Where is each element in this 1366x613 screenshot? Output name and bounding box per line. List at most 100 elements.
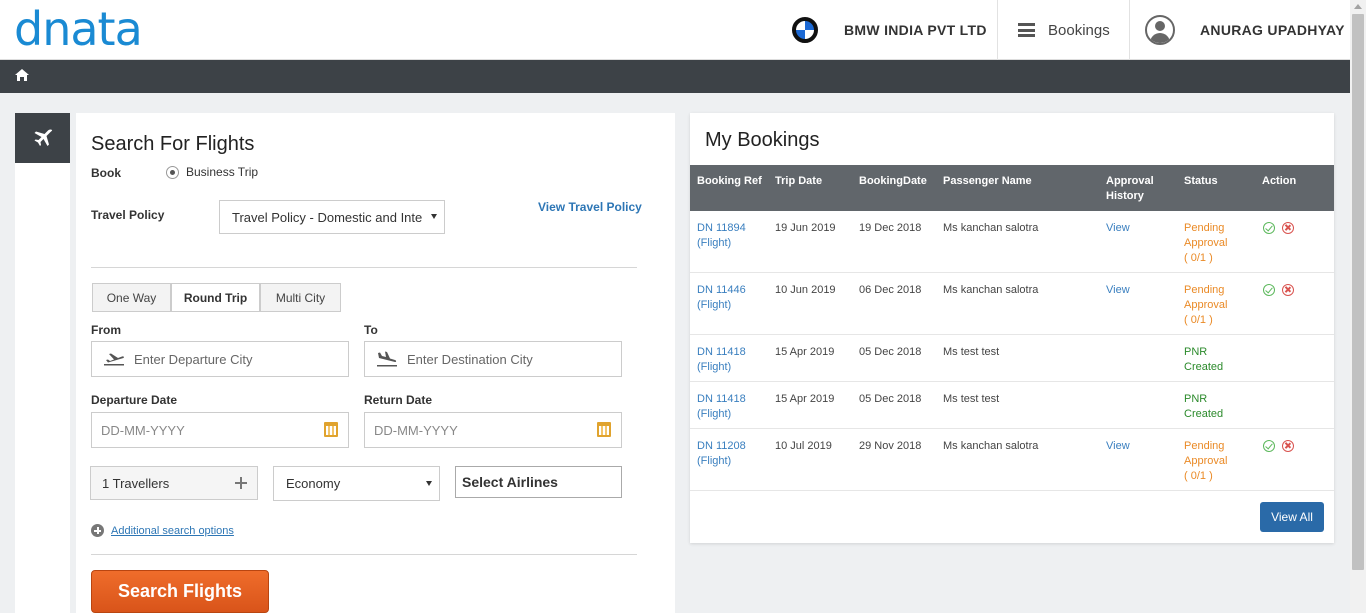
bookings-rows: DN 11894 (Flight) 19 Jun 2019 19 Dec 2018 Ms…: [690, 211, 1334, 491]
scroll-thumb[interactable]: [1352, 14, 1364, 570]
trip-date: 15 Apr 2019: [775, 346, 835, 358]
approval-history-link[interactable]: View: [1106, 283, 1146, 298]
to-label: To: [364, 323, 378, 337]
search-panel-title: Search For Flights: [91, 133, 255, 155]
reject-icon[interactable]: [1282, 222, 1294, 234]
top-header: dnata BMW INDIA PVT LTD Bookings ANURAG …: [0, 0, 1350, 60]
status-detail: ( 0/1 ): [1184, 314, 1213, 326]
bookings-panel-title: My Bookings: [705, 129, 820, 151]
calendar-icon[interactable]: [324, 422, 338, 437]
departure-date-placeholder: DD-MM-YYYY: [101, 422, 185, 438]
trip-date: 10 Jul 2019: [775, 440, 832, 452]
company-info: BMW INDIA PVT LTD: [792, 0, 987, 60]
booking-ref-link[interactable]: DN 11418: [697, 345, 767, 360]
return-date-input[interactable]: DD-MM-YYYY: [364, 412, 622, 448]
user-menu[interactable]: ANURAG UPADHYAY: [1145, 0, 1345, 60]
takeoff-icon: [104, 353, 124, 366]
bookings-table: Booking Ref Trip Date BookingDate Passen…: [690, 165, 1334, 491]
user-name: ANURAG UPADHYAY: [1200, 22, 1345, 38]
trip-date: 19 Jun 2019: [775, 222, 836, 234]
table-row: DN 11418 (Flight) 15 Apr 2019 05 Dec 2018 Ms…: [690, 335, 1334, 382]
booking-type[interactable]: (Flight): [697, 360, 767, 375]
booking-date: 29 Nov 2018: [859, 440, 922, 452]
booking-ref-link[interactable]: DN 11894: [697, 221, 767, 236]
approve-icon[interactable]: [1263, 222, 1275, 234]
hamburger-menu-icon: [1018, 23, 1035, 37]
departure-city-input[interactable]: Enter Departure City: [91, 341, 349, 377]
destination-city-input[interactable]: Enter Destination City: [364, 341, 622, 377]
booking-date: 19 Dec 2018: [859, 222, 922, 234]
travel-policy-select[interactable]: Travel Policy - Domestic and Internation…: [219, 200, 445, 234]
booking-type[interactable]: (Flight): [697, 454, 767, 469]
booking-ref-link[interactable]: DN 11418: [697, 392, 767, 407]
passenger-name: Ms kanchan salotra: [943, 440, 1039, 452]
travellers-selector[interactable]: 1 Travellers: [90, 466, 258, 500]
plus-circle-icon[interactable]: [91, 524, 104, 537]
select-airlines-value: Select Airlines: [462, 474, 558, 490]
reject-icon[interactable]: [1282, 440, 1294, 452]
additional-options[interactable]: Additional search options: [91, 524, 234, 537]
nav-bar: [0, 60, 1350, 93]
company-name: BMW INDIA PVT LTD: [844, 22, 987, 38]
passenger-name: Ms test test: [943, 393, 1000, 405]
passenger-name: Ms kanchan salotra: [943, 222, 1039, 234]
booking-date: 05 Dec 2018: [859, 393, 922, 405]
booking-ref-link[interactable]: DN 11446: [697, 283, 767, 298]
status-text: PNR Created: [1184, 393, 1224, 420]
travel-policy-label: Travel Policy: [91, 208, 165, 222]
status-text: Pending Approval: [1184, 284, 1228, 311]
status-detail: ( 0/1 ): [1184, 252, 1213, 264]
calendar-icon[interactable]: [597, 422, 611, 437]
return-date-label: Return Date: [364, 393, 433, 407]
booking-type[interactable]: (Flight): [697, 236, 767, 251]
status-text: PNR Created: [1184, 346, 1224, 373]
select-airlines-input[interactable]: Select Airlines: [455, 466, 622, 498]
return-date-placeholder: DD-MM-YYYY: [374, 422, 458, 438]
view-all-button[interactable]: View All: [1260, 502, 1324, 532]
search-flights-button[interactable]: Search Flights: [91, 570, 269, 613]
scroll-up-arrow-icon[interactable]: [1354, 4, 1362, 9]
business-trip-radio[interactable]: [166, 166, 179, 179]
column-action: Action: [1262, 175, 1297, 187]
book-label: Book: [91, 166, 121, 180]
reject-icon[interactable]: [1282, 284, 1294, 296]
bookings-menu-button[interactable]: Bookings: [997, 0, 1130, 60]
trip-type-tabs: One Way Round Trip Multi City: [92, 283, 341, 312]
departure-date-input[interactable]: DD-MM-YYYY: [91, 412, 349, 448]
view-travel-policy-link[interactable]: View Travel Policy: [538, 200, 642, 214]
departure-date-label: Departure Date: [91, 393, 178, 407]
status-text: Pending Approval: [1184, 440, 1228, 467]
booking-ref-link[interactable]: DN 11208: [697, 439, 767, 454]
booking-type[interactable]: (Flight): [697, 298, 767, 313]
approval-history-link[interactable]: View: [1106, 221, 1146, 236]
divider: [91, 267, 637, 268]
cabin-class-value: Economy: [286, 476, 341, 491]
flights-tab[interactable]: [15, 113, 70, 163]
tab-one-way[interactable]: One Way: [92, 283, 171, 312]
column-trip-date: Trip Date: [775, 175, 823, 187]
user-avatar-icon: [1145, 15, 1175, 45]
approve-icon[interactable]: [1263, 440, 1275, 452]
business-trip-label: Business Trip: [186, 165, 259, 179]
from-label: From: [91, 323, 121, 337]
airplane-icon: [34, 129, 52, 146]
status-text: Pending Approval: [1184, 222, 1228, 249]
column-status: Status: [1184, 175, 1218, 187]
trip-date: 10 Jun 2019: [775, 284, 836, 296]
approve-icon[interactable]: [1263, 284, 1275, 296]
table-row: DN 11418 (Flight) 15 Apr 2019 05 Dec 2018 Ms…: [690, 382, 1334, 429]
column-booking-ref: Booking Ref: [697, 175, 762, 187]
vertical-scrollbar[interactable]: [1350, 0, 1366, 613]
chevron-down-icon: [426, 480, 432, 486]
status-detail: ( 0/1 ): [1184, 470, 1213, 482]
home-icon[interactable]: [14, 68, 30, 82]
tab-round-trip[interactable]: Round Trip: [171, 283, 260, 312]
approval-history-link[interactable]: View: [1106, 439, 1146, 454]
cabin-class-select[interactable]: Economy: [273, 466, 440, 501]
tab-multi-city[interactable]: Multi City: [260, 283, 341, 312]
additional-options-link[interactable]: Additional search options: [111, 525, 234, 537]
my-bookings-panel: My Bookings Booking Ref Trip Date Bookin…: [690, 113, 1334, 543]
plus-icon: [235, 477, 247, 489]
booking-type[interactable]: (Flight): [697, 407, 767, 422]
dnata-logo[interactable]: dnata: [14, 6, 143, 52]
